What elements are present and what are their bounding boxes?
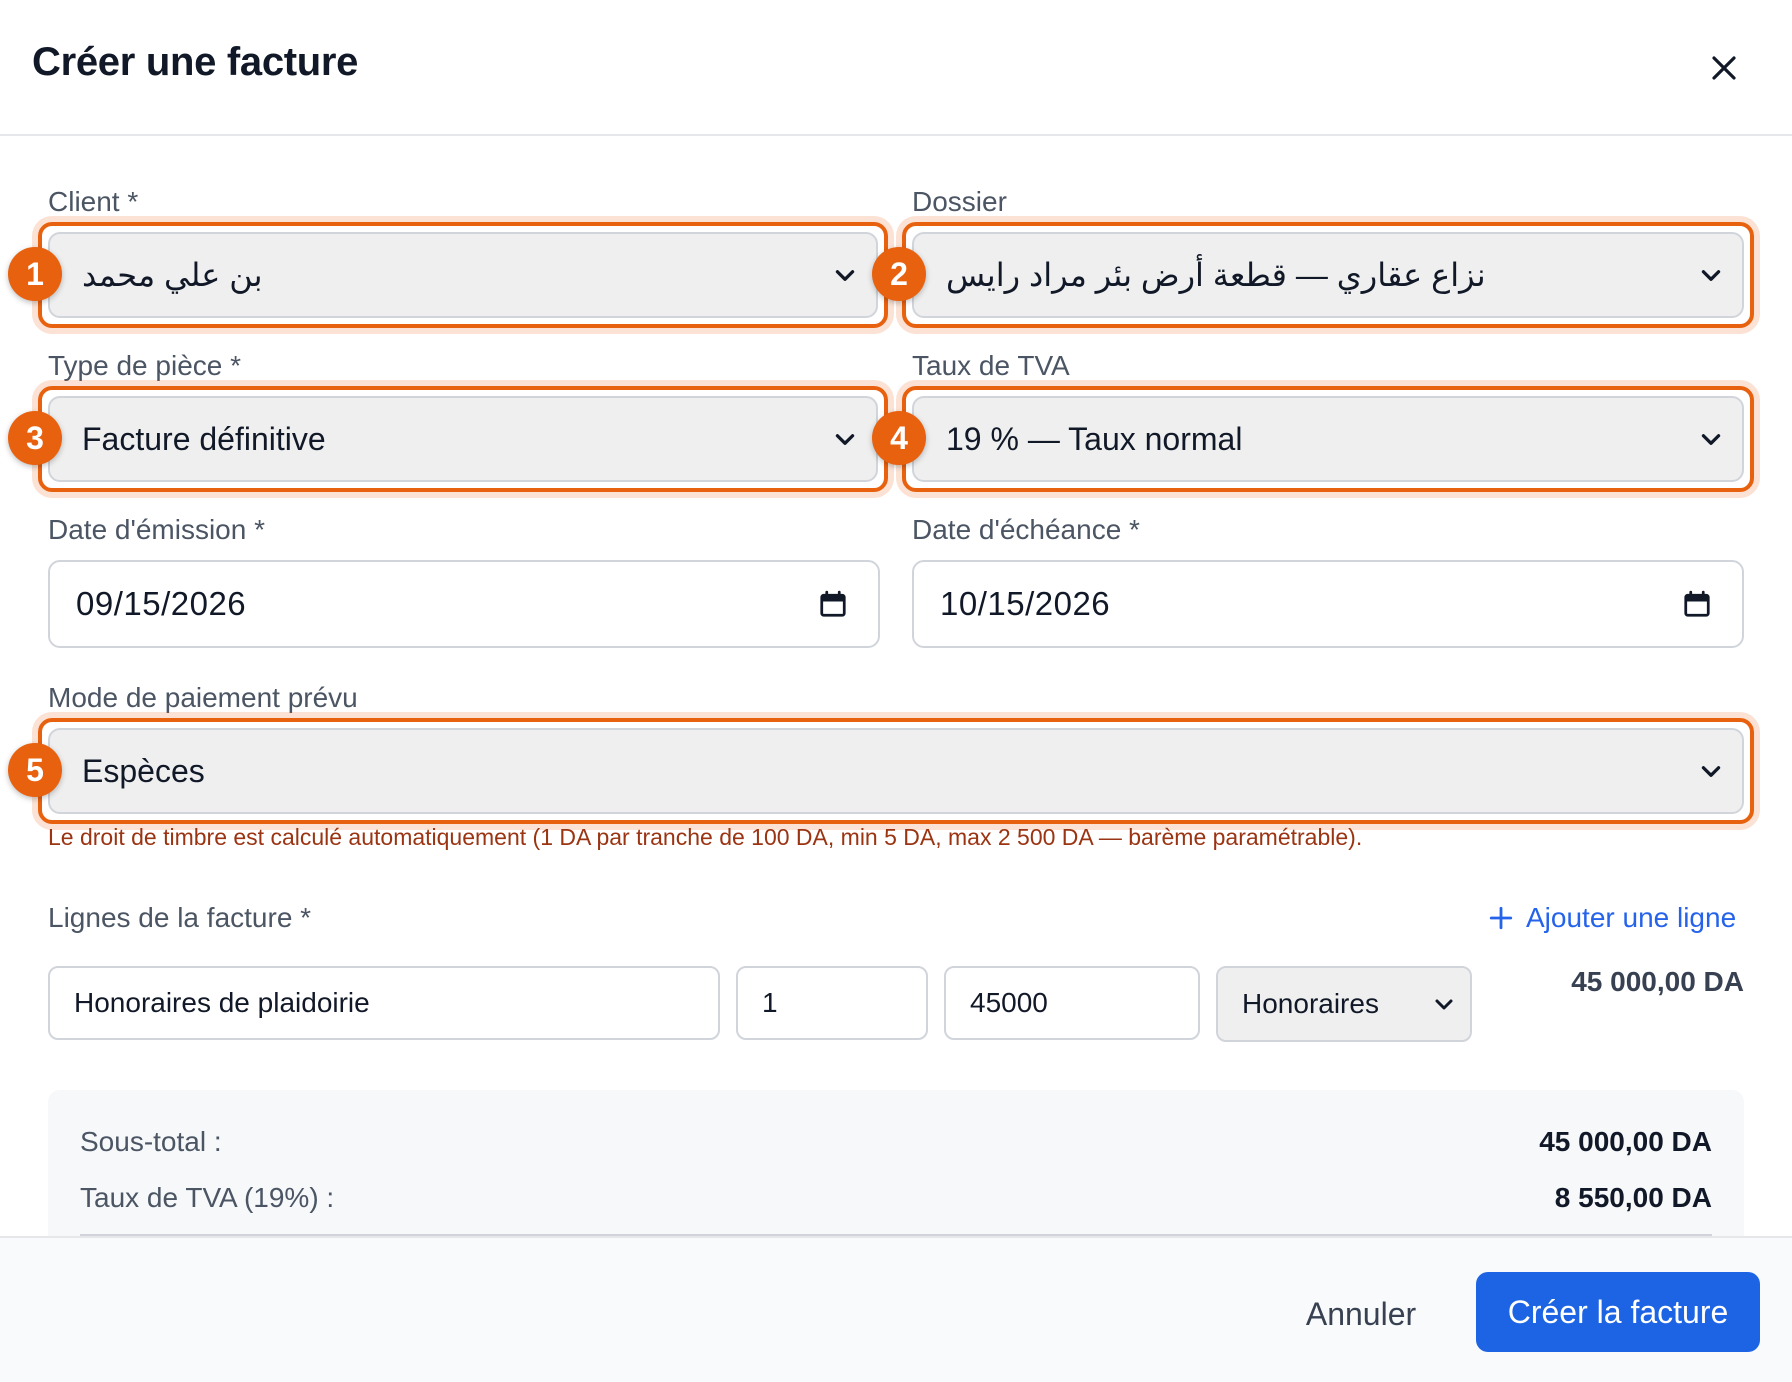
dialog-title: Créer une facture — [32, 40, 359, 84]
chevron-down-icon — [1701, 434, 1721, 445]
subtotal-label: Sous-total : — [80, 1126, 222, 1157]
line-description-value: Honoraires de plaidoirie — [74, 987, 370, 1018]
mode-paiement-select-value: Espèces — [82, 752, 205, 789]
mode-paiement-select[interactable]: Espèces — [48, 728, 1744, 814]
dialog-footer: Annuler Créer la facture — [0, 1236, 1792, 1382]
type-piece-label: Type de pièce * — [48, 350, 242, 381]
invoice-summary: Sous-total : 45 000,00 DA Taux de TVA (1… — [48, 1090, 1744, 1240]
chevron-down-icon — [1701, 270, 1721, 281]
step-badge-2: 2 — [872, 247, 926, 301]
line-total: 45 000,00 DA — [1571, 966, 1744, 997]
dossier-select[interactable]: نزاع عقاري — قطعة أرض بئر مراد رايس — [912, 232, 1744, 318]
line-quantity-value: 1 — [762, 987, 778, 1018]
dossier-select-value: نزاع عقاري — قطعة أرض بئر مراد رايس — [946, 257, 1486, 293]
step-badge-1: 1 — [8, 247, 62, 301]
line-category-value: Honoraires — [1242, 988, 1379, 1019]
dialog-header: Créer une facture — [0, 0, 1792, 136]
calendar-icon[interactable] — [818, 589, 848, 619]
type-piece-select-value: Facture définitive — [82, 420, 326, 457]
step-badge-4: 4 — [872, 411, 926, 465]
date-echeance-value: 10/15/2026 — [940, 585, 1111, 622]
taux-tva-select[interactable]: 19 % — Taux normal — [912, 396, 1744, 482]
client-select-value: بن علي محمد — [82, 257, 263, 293]
date-emission-value: 09/15/2026 — [76, 585, 247, 622]
chevron-down-icon — [1701, 766, 1721, 777]
line-category-select[interactable]: Honoraires — [1216, 966, 1472, 1042]
client-select[interactable]: بن علي محمد — [48, 232, 878, 318]
close-icon — [1712, 56, 1736, 80]
line-description-input[interactable]: Honoraires de plaidoirie — [48, 966, 720, 1040]
line-unit-price-input[interactable]: 45000 — [944, 966, 1200, 1040]
calendar-icon[interactable] — [1682, 589, 1712, 619]
step-badge-5: 5 — [8, 743, 62, 797]
cancel-button[interactable]: Annuler — [1276, 1276, 1446, 1352]
add-line-button[interactable]: Ajouter une ligne — [1488, 902, 1736, 934]
chevron-down-icon — [1435, 999, 1453, 1010]
subtotal-value: 45 000,00 DA — [1539, 1126, 1712, 1157]
create-invoice-button[interactable]: Créer la facture — [1476, 1272, 1760, 1352]
taux-tva-select-value: 19 % — Taux normal — [946, 420, 1243, 457]
tva-label: Taux de TVA (19%) : — [80, 1182, 335, 1213]
invoice-lines-label: Lignes de la facture * — [48, 902, 312, 933]
line-quantity-input[interactable]: 1 — [736, 966, 928, 1040]
tva-value: 8 550,00 DA — [1554, 1182, 1712, 1213]
date-emission-label: Date d'émission * — [48, 514, 265, 545]
date-echeance-input[interactable]: 10/15/2026 — [912, 560, 1744, 648]
close-button[interactable] — [1700, 44, 1748, 92]
stamp-duty-hint: Le droit de timbre est calculé automatiq… — [48, 824, 1363, 850]
client-label: Client * — [48, 186, 139, 217]
chevron-down-icon — [835, 434, 855, 445]
date-echeance-label: Date d'échéance * — [912, 514, 1140, 545]
dossier-label: Dossier — [912, 186, 1007, 217]
step-badge-3: 3 — [8, 411, 62, 465]
add-line-label: Ajouter une ligne — [1526, 902, 1737, 933]
create-invoice-dialog: Créer une facture Client * بن علي محمد 1… — [0, 0, 1792, 1382]
chevron-down-icon — [835, 270, 855, 281]
plus-icon — [1489, 906, 1513, 930]
type-piece-select[interactable]: Facture définitive — [48, 396, 878, 482]
date-emission-input[interactable]: 09/15/2026 — [48, 560, 880, 648]
line-unit-price-value: 45000 — [970, 987, 1048, 1018]
taux-tva-label: Taux de TVA — [912, 350, 1070, 381]
mode-paiement-label: Mode de paiement prévu — [48, 682, 358, 713]
